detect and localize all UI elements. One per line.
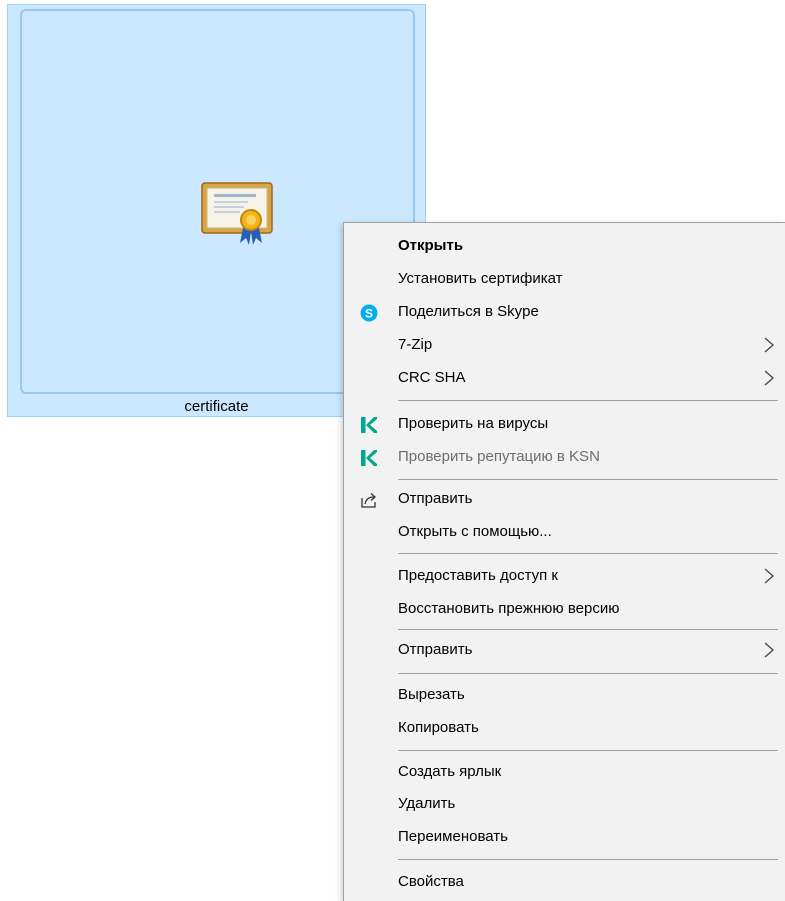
menu-separator bbox=[398, 400, 778, 401]
menu-item-crc-sha[interactable]: CRC SHA bbox=[344, 362, 785, 394]
menu-item-label: Открыть с помощью... bbox=[398, 523, 552, 540]
menu-separator bbox=[398, 859, 778, 860]
menu-item-7zip[interactable]: 7-Zip bbox=[344, 329, 785, 361]
chevron-right-icon bbox=[764, 568, 774, 584]
menu-item-label: Отправить bbox=[398, 641, 473, 658]
menu-item-give-access[interactable]: Предоставить доступ к bbox=[344, 560, 785, 592]
svg-text:S: S bbox=[365, 307, 373, 321]
menu-item-share-skype[interactable]: S Поделиться в Skype bbox=[344, 296, 785, 328]
certificate-icon bbox=[201, 182, 273, 245]
chevron-right-icon bbox=[764, 370, 774, 386]
menu-item-label: Восстановить прежнюю версию bbox=[398, 600, 620, 617]
kaspersky-icon bbox=[361, 417, 377, 433]
menu-item-label: Свойства bbox=[398, 873, 464, 890]
menu-item-label: Переименовать bbox=[398, 828, 508, 845]
menu-separator bbox=[398, 479, 778, 480]
chevron-right-icon bbox=[764, 642, 774, 658]
menu-item-share[interactable]: Отправить bbox=[344, 483, 785, 515]
menu-item-label: Создать ярлык bbox=[398, 763, 502, 780]
menu-item-label: Открыть bbox=[398, 237, 464, 254]
menu-item-delete[interactable]: Удалить bbox=[344, 788, 785, 820]
menu-item-label: Установить сертификат bbox=[398, 270, 563, 287]
menu-item-ksn-reputation[interactable]: Проверить репутацию в KSN bbox=[344, 441, 785, 473]
kaspersky-icon bbox=[361, 450, 377, 466]
menu-item-label: Удалить bbox=[398, 795, 456, 812]
menu-item-label: Проверить репутацию в KSN bbox=[398, 448, 600, 465]
menu-item-open-with[interactable]: Открыть с помощью... bbox=[344, 516, 785, 548]
menu-item-label: Копировать bbox=[398, 719, 479, 736]
menu-item-copy[interactable]: Копировать bbox=[344, 712, 785, 744]
menu-item-label: CRC SHA bbox=[398, 369, 466, 386]
menu-item-label: 7-Zip bbox=[398, 336, 433, 353]
menu-item-properties[interactable]: Свойства bbox=[344, 866, 785, 898]
menu-separator bbox=[398, 629, 778, 630]
menu-item-label: Вырезать bbox=[398, 686, 465, 703]
chevron-right-icon bbox=[764, 337, 774, 353]
menu-item-label: Отправить bbox=[398, 490, 473, 507]
menu-item-cut[interactable]: Вырезать bbox=[344, 679, 785, 711]
menu-separator bbox=[398, 673, 778, 674]
menu-item-install-certificate[interactable]: Установить сертификат bbox=[344, 263, 785, 295]
menu-item-send-to[interactable]: Отправить bbox=[344, 634, 785, 666]
skype-icon: S bbox=[360, 304, 378, 322]
menu-item-scan-viruses[interactable]: Проверить на вирусы bbox=[344, 408, 785, 440]
menu-item-label: Предоставить доступ к bbox=[398, 567, 558, 584]
share-icon bbox=[361, 493, 376, 508]
menu-item-rename[interactable]: Переименовать bbox=[344, 821, 785, 853]
menu-item-label: Проверить на вирусы bbox=[398, 415, 549, 432]
menu-separator bbox=[398, 553, 778, 554]
menu-item-open[interactable]: Открыть bbox=[344, 230, 785, 262]
menu-item-restore-version[interactable]: Восстановить прежнюю версию bbox=[344, 593, 785, 625]
menu-separator bbox=[398, 750, 778, 751]
menu-item-create-shortcut[interactable]: Создать ярлык bbox=[344, 756, 785, 788]
menu-item-label: Поделиться в Skype bbox=[398, 303, 539, 320]
context-menu: Открыть Установить сертификат S Поделить… bbox=[343, 222, 785, 901]
